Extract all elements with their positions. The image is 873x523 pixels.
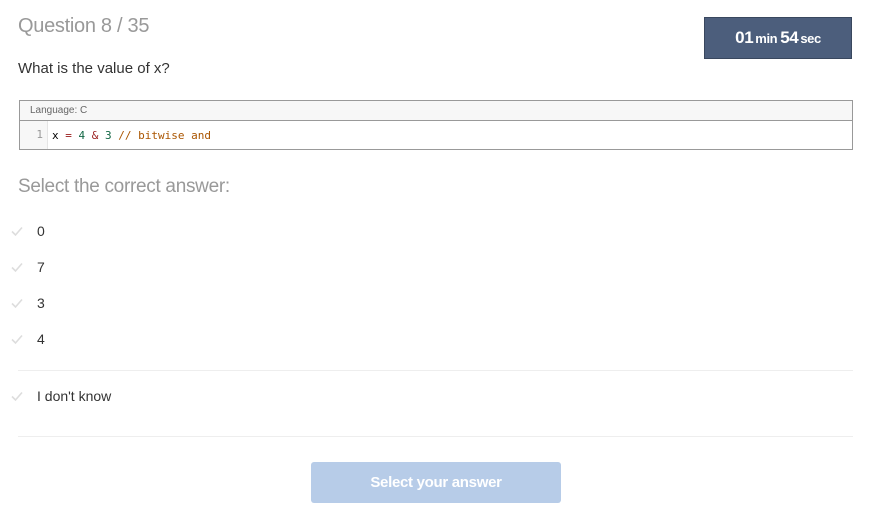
code-token-assign: = (65, 128, 72, 142)
answer-option-dont-know[interactable]: I don't know (10, 385, 853, 407)
answer-option-2[interactable]: 3 (10, 292, 853, 314)
checkmark-icon (11, 262, 23, 273)
code-token-var: x (52, 128, 59, 142)
line-number: 1 (20, 121, 48, 149)
code-token-op: & (91, 128, 99, 142)
code-token-left: 4 (78, 128, 86, 142)
code-block: Language: C 1 x = 4 & 3 // bitwise and (19, 100, 853, 150)
code-text: x = 4 & 3 // bitwise and (48, 129, 211, 142)
answer-option-1[interactable]: 7 (10, 256, 853, 278)
divider (18, 436, 853, 437)
code-line: 1 x = 4 & 3 // bitwise and (20, 121, 852, 149)
question-text: What is the value of x? (18, 60, 170, 77)
code-token-right: 3 (105, 128, 112, 142)
divider (18, 370, 853, 371)
answer-label: 3 (37, 295, 45, 311)
answer-option-3[interactable]: 4 (10, 328, 853, 350)
code-language-label: Language: C (20, 101, 852, 121)
timer-seconds-unit: sec (800, 30, 821, 46)
submit-answer-button[interactable]: Select your answer (311, 462, 561, 503)
timer-minutes-unit: min (755, 30, 778, 46)
question-progress: Question 8 / 35 (18, 15, 150, 37)
code-token-comment: // bitwise and (118, 128, 211, 142)
answer-label: I don't know (37, 388, 112, 404)
answer-option-0[interactable]: 0 (10, 220, 853, 242)
answer-label: 0 (37, 223, 45, 239)
checkmark-icon (11, 226, 23, 237)
timer-minutes: 01 (735, 28, 754, 47)
answer-label: 7 (37, 259, 45, 275)
checkmark-icon (11, 391, 23, 402)
answers-title: Select the correct answer: (18, 176, 230, 197)
countdown-timer: 01 min 54 sec (704, 17, 852, 59)
answer-label: 4 (37, 331, 45, 347)
timer-seconds: 54 (780, 28, 799, 47)
checkmark-icon (11, 334, 23, 345)
checkmark-icon (11, 298, 23, 309)
